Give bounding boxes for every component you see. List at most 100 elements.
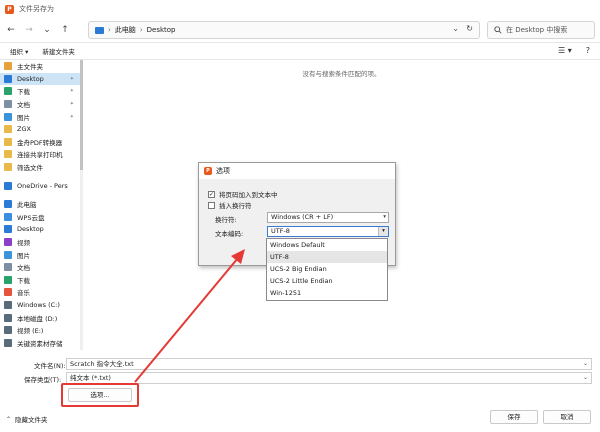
sidebar-item[interactable]: 文档 ✦ <box>0 98 80 111</box>
pin-icon[interactable]: ✦ <box>70 101 74 107</box>
sidebar-item[interactable]: 图片 <box>0 248 80 261</box>
sidebar-item[interactable]: 连接共享打印机 <box>0 148 80 161</box>
drive-icon <box>4 313 12 322</box>
save-type-select[interactable]: 纯文本 (*.txt) ⌄ <box>66 372 592 384</box>
sidebar-item[interactable]: 视频 (E:) <box>0 324 80 337</box>
view-options-icon[interactable]: ☰ ▾ <box>558 46 572 55</box>
encoding-option[interactable]: Windows Default <box>267 239 387 251</box>
sidebar-item-label: 文档 <box>17 264 30 273</box>
encoding-option[interactable]: UCS-2 Little Endian <box>267 275 387 287</box>
sidebar-item-label: 图片 <box>17 251 30 260</box>
encoding-option[interactable]: UCS-2 Big Endian <box>267 263 387 275</box>
title-bar: P 文件另存为 <box>0 0 600 18</box>
forward-arrow-icon[interactable]: → <box>22 23 36 37</box>
sidebar-item[interactable]: 金舟PDF转换器 <box>0 136 80 149</box>
encoding-option[interactable]: Win-1251 <box>267 287 387 299</box>
recent-locations-icon[interactable]: ⌄ <box>40 23 54 37</box>
page-number-checkbox[interactable]: ✓ 将页码加入到文本中 <box>208 189 278 199</box>
chevron-down-icon[interactable]: ▾ <box>378 227 388 236</box>
chevron-down-icon[interactable]: ⌄ <box>583 373 588 383</box>
sidebar-item[interactable]: 本地磁盘 (D:) <box>0 311 80 324</box>
sidebar-item[interactable]: Windows (C:) <box>0 299 80 312</box>
cloud-icon <box>4 212 12 221</box>
sidebar-item-label: 连接共享打印机 <box>17 151 63 160</box>
sidebar-item[interactable]: 图片 ✦ <box>0 110 80 123</box>
save-type-label: 保存类型(T): <box>24 376 62 384</box>
music-icon <box>4 288 12 297</box>
up-arrow-icon[interactable]: ↑ <box>58 23 72 37</box>
sidebar-item[interactable]: 视频 <box>0 236 80 249</box>
breadcrumb-desktop[interactable]: Desktop <box>147 26 176 34</box>
video-icon <box>4 238 12 247</box>
breadcrumb-separator: › <box>139 26 143 34</box>
desktop-icon <box>4 225 12 234</box>
drive-icon <box>4 326 12 335</box>
sidebar-item-label: Desktop <box>17 225 44 234</box>
checkbox-unchecked-icon[interactable] <box>208 201 215 209</box>
window-title: 文件另存为 <box>19 5 54 13</box>
address-bar[interactable]: › 此电脑 › Desktop ⌄ ↻ <box>88 21 480 39</box>
checkbox-checked-icon[interactable]: ✓ <box>208 190 215 198</box>
sidebar-item-label: WPS云盘 <box>17 213 45 222</box>
sidebar-item-label: 下载 <box>17 276 30 285</box>
line-break-checkbox-label: 插入换行符 <box>219 202 252 210</box>
cloud-icon <box>4 181 12 190</box>
filename-input[interactable]: Scratch 指令大全.txt ⌄ <box>66 358 592 370</box>
sidebar-item-label: ZGX <box>17 125 31 134</box>
search-box[interactable]: 在 Desktop 中搜索 <box>487 21 595 39</box>
encoding-label: 文本编码: <box>215 230 244 238</box>
sidebar-item[interactable]: OneDrive - Pers <box>0 179 80 192</box>
sidebar-item-label: 音乐 <box>17 289 30 298</box>
drive-icon <box>4 338 12 347</box>
folder-icon <box>4 163 12 172</box>
address-dropdown-icon[interactable]: ⌄ <box>452 24 459 33</box>
sidebar-item[interactable]: 关键资素材存储 <box>0 336 80 349</box>
dialog-title-bar: P 选项 <box>199 163 395 179</box>
document-icon <box>4 100 12 109</box>
refresh-icon[interactable]: ↻ <box>466 24 473 33</box>
pin-icon[interactable]: ✦ <box>70 76 74 82</box>
pin-icon[interactable]: ✦ <box>70 114 74 120</box>
sidebar-item[interactable]: 音乐 <box>0 286 80 299</box>
pictures-icon <box>4 250 12 259</box>
sidebar-item[interactable]: 下载 <box>0 274 80 287</box>
chevron-down-icon[interactable]: ▾ <box>383 213 386 222</box>
sidebar-item-label: 视频 <box>17 239 30 248</box>
encoding-option[interactable]: UTF-8 <box>267 251 387 263</box>
sidebar-item-label: 下载 <box>17 88 30 97</box>
sidebar-scrollbar[interactable] <box>80 60 83 350</box>
sidebar-item-label: 关键资素材存储 <box>17 339 63 348</box>
newline-value: Windows (CR + LF) <box>271 213 334 221</box>
sidebar-item[interactable]: Desktop <box>0 223 80 236</box>
help-icon[interactable]: ? <box>586 46 590 55</box>
back-arrow-icon[interactable]: ← <box>4 23 18 37</box>
breadcrumb-this-pc[interactable]: 此电脑 <box>115 25 136 35</box>
line-break-checkbox[interactable]: 插入换行符 <box>208 200 252 210</box>
sidebar-item[interactable]: ZGX <box>0 123 80 136</box>
sidebar-item[interactable]: 主文件夹 <box>0 60 80 73</box>
organize-menu-button[interactable]: 组织 ▾ <box>10 46 28 56</box>
sidebar-item-label: 文档 <box>17 101 30 110</box>
save-button[interactable]: 保存 <box>490 410 538 424</box>
chevron-down-icon[interactable]: ⌄ <box>583 359 588 369</box>
sidebar-item[interactable]: 文档 <box>0 261 80 274</box>
hide-folders-toggle[interactable]: ⌃ 隐藏文件夹 <box>6 414 48 425</box>
pin-icon[interactable]: ✦ <box>70 88 74 94</box>
sidebar-item-label: Desktop <box>17 74 44 83</box>
sidebar-item[interactable]: 筛选文件 <box>0 161 80 174</box>
encoding-dropdown-list: Windows Default UTF-8 UCS-2 Big Endian UCS-… <box>266 238 388 301</box>
breadcrumb-separator: › <box>108 26 111 34</box>
command-bar: 组织 ▾ 新建文件夹 ☰ ▾ ? <box>0 42 600 60</box>
sidebar-item[interactable]: 下载 ✦ <box>0 85 80 98</box>
sidebar-item[interactable]: 此电脑 <box>0 198 80 211</box>
filename-value: Scratch 指令大全.txt <box>70 360 134 368</box>
sidebar-item[interactable]: Desktop ✦ <box>0 72 80 86</box>
home-icon <box>4 62 12 71</box>
encoding-select[interactable]: UTF-8 ▾ <box>267 226 389 237</box>
sidebar-item[interactable]: WPS云盘 <box>0 211 80 224</box>
new-folder-button[interactable]: 新建文件夹 <box>42 46 75 56</box>
newline-select[interactable]: Windows (CR + LF) ▾ <box>267 212 389 223</box>
cancel-button[interactable]: 取消 <box>543 410 591 424</box>
search-input[interactable]: 在 Desktop 中搜索 <box>506 25 567 35</box>
download-icon <box>4 275 12 284</box>
